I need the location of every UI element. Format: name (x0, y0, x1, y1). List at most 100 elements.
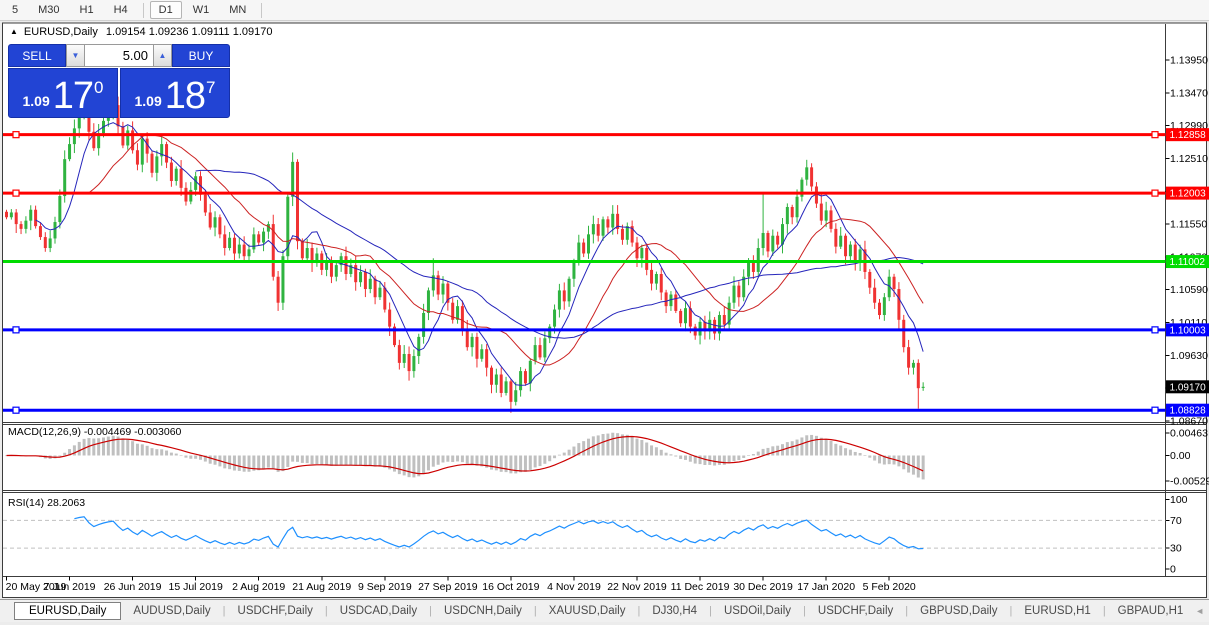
candle (218, 217, 222, 235)
candle (907, 347, 911, 368)
timeframe-button-5[interactable]: 5 (3, 1, 27, 19)
line-handle[interactable] (12, 326, 20, 334)
toolbar-separator (261, 2, 263, 18)
macd-histogram-bar (77, 441, 81, 456)
symbol-tab-dj30-h4[interactable]: DJ30,H4 (640, 603, 709, 619)
candle (829, 210, 833, 229)
candle (242, 244, 246, 257)
candle (557, 290, 561, 310)
candle (63, 159, 67, 197)
sell-price-pipette: 0 (94, 78, 104, 97)
candle (713, 319, 717, 334)
candle (213, 217, 217, 228)
line-handle[interactable] (12, 131, 20, 139)
tab-scroll-left-icon[interactable]: ◄ (1195, 606, 1204, 616)
timeframe-button-w1[interactable]: W1 (184, 1, 219, 19)
sell-price-box[interactable]: 1.09 17 0 (8, 68, 118, 118)
macd-histogram-bar (553, 455, 557, 459)
macd-histogram-bar (582, 441, 586, 456)
symbol-tab-usdcad-daily[interactable]: USDCAD,Daily (328, 603, 429, 619)
candle (499, 374, 503, 393)
macd-histogram-bar (121, 438, 125, 456)
symbol-tab-audusd-daily[interactable]: AUDUSD,Daily (121, 603, 222, 619)
candle (684, 308, 687, 324)
candle (844, 235, 848, 257)
symbol-tab-usdcnh-daily[interactable]: USDCNH,Daily (432, 603, 534, 619)
date-tick-label: 4 Nov 2019 (547, 581, 601, 593)
macd-histogram-bar (315, 455, 319, 465)
candle (412, 356, 416, 372)
line-handle[interactable] (12, 189, 20, 197)
candle (562, 290, 566, 302)
macd-histogram-bar (674, 455, 678, 457)
candle (223, 234, 227, 249)
macd-histogram-bar (844, 448, 848, 456)
symbol-tab-eurusd-h1[interactable]: EURUSD,H1 (1012, 603, 1102, 619)
macd-histogram-bar (247, 455, 251, 472)
macd-histogram-bar (135, 443, 139, 456)
candle (9, 212, 13, 218)
sell-button[interactable]: SELL (8, 44, 66, 67)
line-handle[interactable] (1151, 326, 1159, 334)
timeframe-button-mn[interactable]: MN (220, 1, 255, 19)
macd-histogram-bar (562, 452, 566, 456)
macd-histogram-bar (698, 455, 702, 465)
macd-histogram-bar (329, 455, 333, 466)
symbol-tab-xauusd-daily[interactable]: XAUUSD,Daily (537, 603, 638, 619)
candle (848, 244, 852, 257)
buy-price-box[interactable]: 1.09 18 7 (120, 68, 230, 118)
timeframe-button-h1[interactable]: H1 (71, 1, 103, 19)
macd-histogram-bar (887, 455, 891, 465)
symbol-tab-usdchf-daily[interactable]: USDCHF,Daily (806, 603, 905, 619)
candle (504, 381, 508, 393)
candle (892, 276, 896, 290)
volume-input[interactable] (85, 44, 153, 67)
macd-histogram-bar (242, 455, 246, 472)
symbol-tab-gbpaud-h1[interactable]: GBPAUD,H1 (1106, 603, 1196, 619)
macd-histogram-bar (92, 438, 96, 456)
macd-histogram-bar (732, 455, 736, 462)
timeframe-button-m30[interactable]: M30 (29, 1, 68, 19)
line-handle[interactable] (12, 406, 20, 414)
line-handle[interactable] (1151, 189, 1159, 197)
macd-histogram-bar (349, 455, 353, 466)
candle (281, 256, 285, 303)
symbol-tab-usdoil-daily[interactable]: USDOil,Daily (712, 603, 803, 619)
symbol-tab-gbpusd-daily[interactable]: GBPUSD,Daily (908, 603, 1009, 619)
candle (606, 219, 610, 228)
rsi-axis-label: 100 (1170, 494, 1188, 506)
rsi-axis-label: 70 (1170, 515, 1182, 527)
macd-histogram-bar (921, 455, 925, 480)
timeframe-button-d1[interactable]: D1 (149, 1, 182, 19)
macd-histogram-bar (596, 435, 600, 456)
macd-histogram-bar (800, 437, 804, 456)
candle (494, 374, 498, 385)
volume-increase-button[interactable]: ▲ (153, 44, 172, 67)
macd-histogram-bar (747, 455, 751, 456)
macd-histogram-bar (111, 435, 115, 456)
candle (533, 345, 537, 361)
candle (897, 289, 901, 320)
macd-histogram-bar (572, 446, 576, 456)
candle (305, 248, 309, 259)
macd-histogram-bar (189, 455, 193, 459)
date-tick-label: 2 Aug 2019 (232, 581, 285, 593)
macd-histogram-bar (737, 455, 741, 461)
candle (232, 237, 236, 254)
candle (262, 231, 266, 243)
macd-histogram-bar (533, 455, 537, 468)
timeframe-button-h4[interactable]: H4 (105, 1, 137, 19)
line-handle[interactable] (1151, 406, 1159, 414)
macd-histogram-bar (460, 455, 464, 463)
buy-button[interactable]: BUY (172, 44, 230, 67)
macd-histogram-bar (281, 455, 285, 472)
candle (291, 161, 295, 197)
symbol-tab-usdchf-daily[interactable]: USDCHF,Daily (226, 603, 325, 619)
candle (761, 232, 765, 249)
symbol-tab-eurusd-daily[interactable]: EURUSD,Daily (14, 602, 122, 620)
macd-histogram-bar (616, 433, 620, 456)
volume-decrease-button[interactable]: ▼ (66, 44, 85, 67)
macd-histogram-bar (824, 438, 828, 456)
candle (596, 224, 600, 236)
line-handle[interactable] (1151, 131, 1159, 139)
